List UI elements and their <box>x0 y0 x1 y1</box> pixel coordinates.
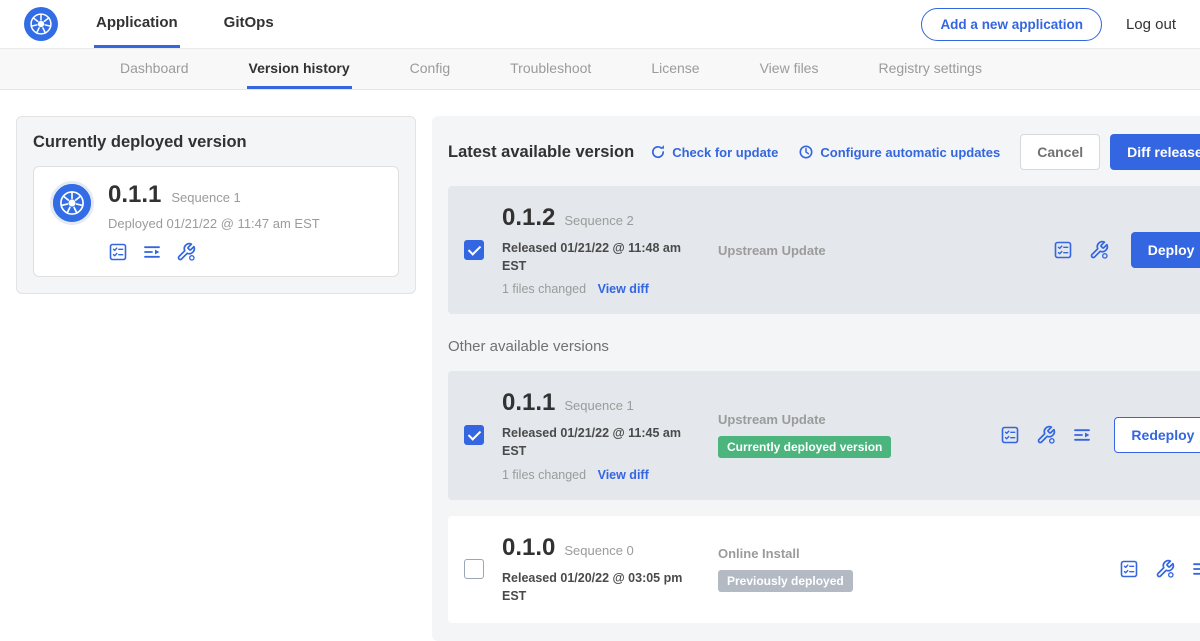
tab-registry-settings[interactable]: Registry settings <box>876 49 983 89</box>
release-notes-icon[interactable] <box>1000 425 1020 445</box>
version-number: 0.1.1 <box>502 389 555 417</box>
version-info: 0.1.2 Sequence 2 Released 01/21/22 @ 11:… <box>502 204 702 296</box>
release-notes-icon[interactable] <box>1119 559 1139 579</box>
version-checkbox[interactable] <box>464 240 484 260</box>
configure-updates-label: Configure automatic updates <box>820 145 1000 160</box>
header-right: Add a new application Log out <box>921 0 1176 48</box>
tab-label: Version history <box>249 60 350 76</box>
deployed-date: Deployed 01/21/22 @ 11:47 am EST <box>108 216 320 231</box>
kubernetes-logo-icon <box>24 0 58 48</box>
tab-view-files[interactable]: View files <box>758 49 821 89</box>
source-label: Upstream Update <box>718 243 1041 258</box>
version-actions: Redeploy <box>988 417 1200 453</box>
currently-deployed-badge: Currently deployed version <box>718 436 891 458</box>
refresh-icon <box>650 144 666 160</box>
version-source: Upstream Update <box>702 243 1041 258</box>
configure-automatic-updates-link[interactable]: Configure automatic updates <box>798 144 1000 160</box>
deployed-version-sequence: Sequence 1 <box>171 190 240 205</box>
files-changed-label: 1 files changed <box>502 282 586 296</box>
header-tab-label: Application <box>96 14 178 31</box>
source-label: Online Install <box>718 546 1107 561</box>
deployed-version-number: 0.1.1 <box>108 181 161 209</box>
released-date: Released 01/21/22 @ 11:48 am EST <box>502 239 697 275</box>
version-row: 0.1.2 Sequence 2 Released 01/21/22 @ 11:… <box>448 186 1200 314</box>
tab-config[interactable]: Config <box>408 49 452 89</box>
latest-version-header: Latest available version Check for updat… <box>448 134 1200 170</box>
main-content: Currently deployed version 0.1.1 Sequenc… <box>0 90 1200 641</box>
version-sequence: Sequence 1 <box>564 398 633 413</box>
diff-icon[interactable] <box>142 242 162 262</box>
edit-config-icon[interactable] <box>1036 425 1056 445</box>
source-label: Upstream Update <box>718 412 988 427</box>
version-checkbox[interactable] <box>464 559 484 579</box>
files-changed-label: 1 files changed <box>502 468 586 482</box>
version-info: 0.1.1 Sequence 1 Released 01/21/22 @ 11:… <box>502 389 702 481</box>
tab-label: View files <box>760 60 819 76</box>
check-for-update-link[interactable]: Check for update <box>650 144 778 160</box>
tab-label: Troubleshoot <box>510 60 591 76</box>
diff-icon[interactable] <box>1191 559 1200 579</box>
version-actions: Deploy <box>1041 232 1200 268</box>
app-kubernetes-logo-icon <box>50 181 94 225</box>
deployed-icon-row <box>108 242 320 262</box>
view-diff-link[interactable]: View diff <box>598 282 649 296</box>
header-tab-gitops[interactable]: GitOps <box>222 0 276 48</box>
deployed-card-title: Currently deployed version <box>33 133 399 152</box>
cancel-button[interactable]: Cancel <box>1020 134 1100 170</box>
other-versions-title: Other available versions <box>448 338 1200 355</box>
version-sequence: Sequence 2 <box>564 213 633 228</box>
diff-icon[interactable] <box>1072 425 1092 445</box>
version-row: 0.1.0 Sequence 0 Released 01/20/22 @ 03:… <box>448 516 1200 623</box>
edit-config-icon[interactable] <box>1089 240 1109 260</box>
version-row: 0.1.1 Sequence 1 Released 01/21/22 @ 11:… <box>448 371 1200 499</box>
tab-label: Config <box>410 60 450 76</box>
version-sequence: Sequence 0 <box>564 543 633 558</box>
view-diff-link[interactable]: View diff <box>598 468 649 482</box>
release-notes-icon[interactable] <box>108 242 128 262</box>
tab-license[interactable]: License <box>649 49 701 89</box>
clock-icon <box>798 144 814 160</box>
previously-deployed-badge: Previously deployed <box>718 570 853 592</box>
check-for-update-label: Check for update <box>672 145 778 160</box>
version-source: Upstream Update Currently deployed versi… <box>702 412 988 458</box>
header-tab-label: GitOps <box>224 14 274 31</box>
app-header: Application GitOps Add a new application… <box>0 0 1200 49</box>
edit-config-icon[interactable] <box>1155 559 1175 579</box>
version-checkbox[interactable] <box>464 425 484 445</box>
add-application-button[interactable]: Add a new application <box>921 8 1102 41</box>
tab-dashboard[interactable]: Dashboard <box>118 49 191 89</box>
tab-label: Registry settings <box>878 60 981 76</box>
tab-label: License <box>651 60 699 76</box>
deploy-button[interactable]: Deploy <box>1131 232 1200 268</box>
deployed-version-body: 0.1.1 Sequence 1 Deployed 01/21/22 @ 11:… <box>108 181 320 262</box>
version-source: Online Install Previously deployed <box>702 546 1107 592</box>
version-history-panel: Latest available version Check for updat… <box>432 116 1200 641</box>
version-actions <box>1107 559 1200 579</box>
edit-config-icon[interactable] <box>176 242 196 262</box>
version-number: 0.1.2 <box>502 204 555 232</box>
redeploy-button[interactable]: Redeploy <box>1114 417 1200 453</box>
tab-troubleshoot[interactable]: Troubleshoot <box>508 49 593 89</box>
tab-label: Dashboard <box>120 60 189 76</box>
app-subnav: Dashboard Version history Config Trouble… <box>0 49 1200 90</box>
logout-link[interactable]: Log out <box>1126 16 1176 33</box>
release-notes-icon[interactable] <box>1053 240 1073 260</box>
header-tab-application[interactable]: Application <box>94 0 180 48</box>
version-number: 0.1.0 <box>502 534 555 562</box>
diff-releases-button[interactable]: Diff releases <box>1110 134 1200 170</box>
latest-version-title: Latest available version <box>448 143 634 162</box>
tab-version-history[interactable]: Version history <box>247 49 352 89</box>
released-date: Released 01/20/22 @ 03:05 pm EST <box>502 569 697 605</box>
version-info: 0.1.0 Sequence 0 Released 01/20/22 @ 03:… <box>502 534 702 605</box>
released-date: Released 01/21/22 @ 11:45 am EST <box>502 424 697 460</box>
currently-deployed-card: Currently deployed version 0.1.1 Sequenc… <box>16 116 416 294</box>
deployed-version-card: 0.1.1 Sequence 1 Deployed 01/21/22 @ 11:… <box>33 166 399 277</box>
